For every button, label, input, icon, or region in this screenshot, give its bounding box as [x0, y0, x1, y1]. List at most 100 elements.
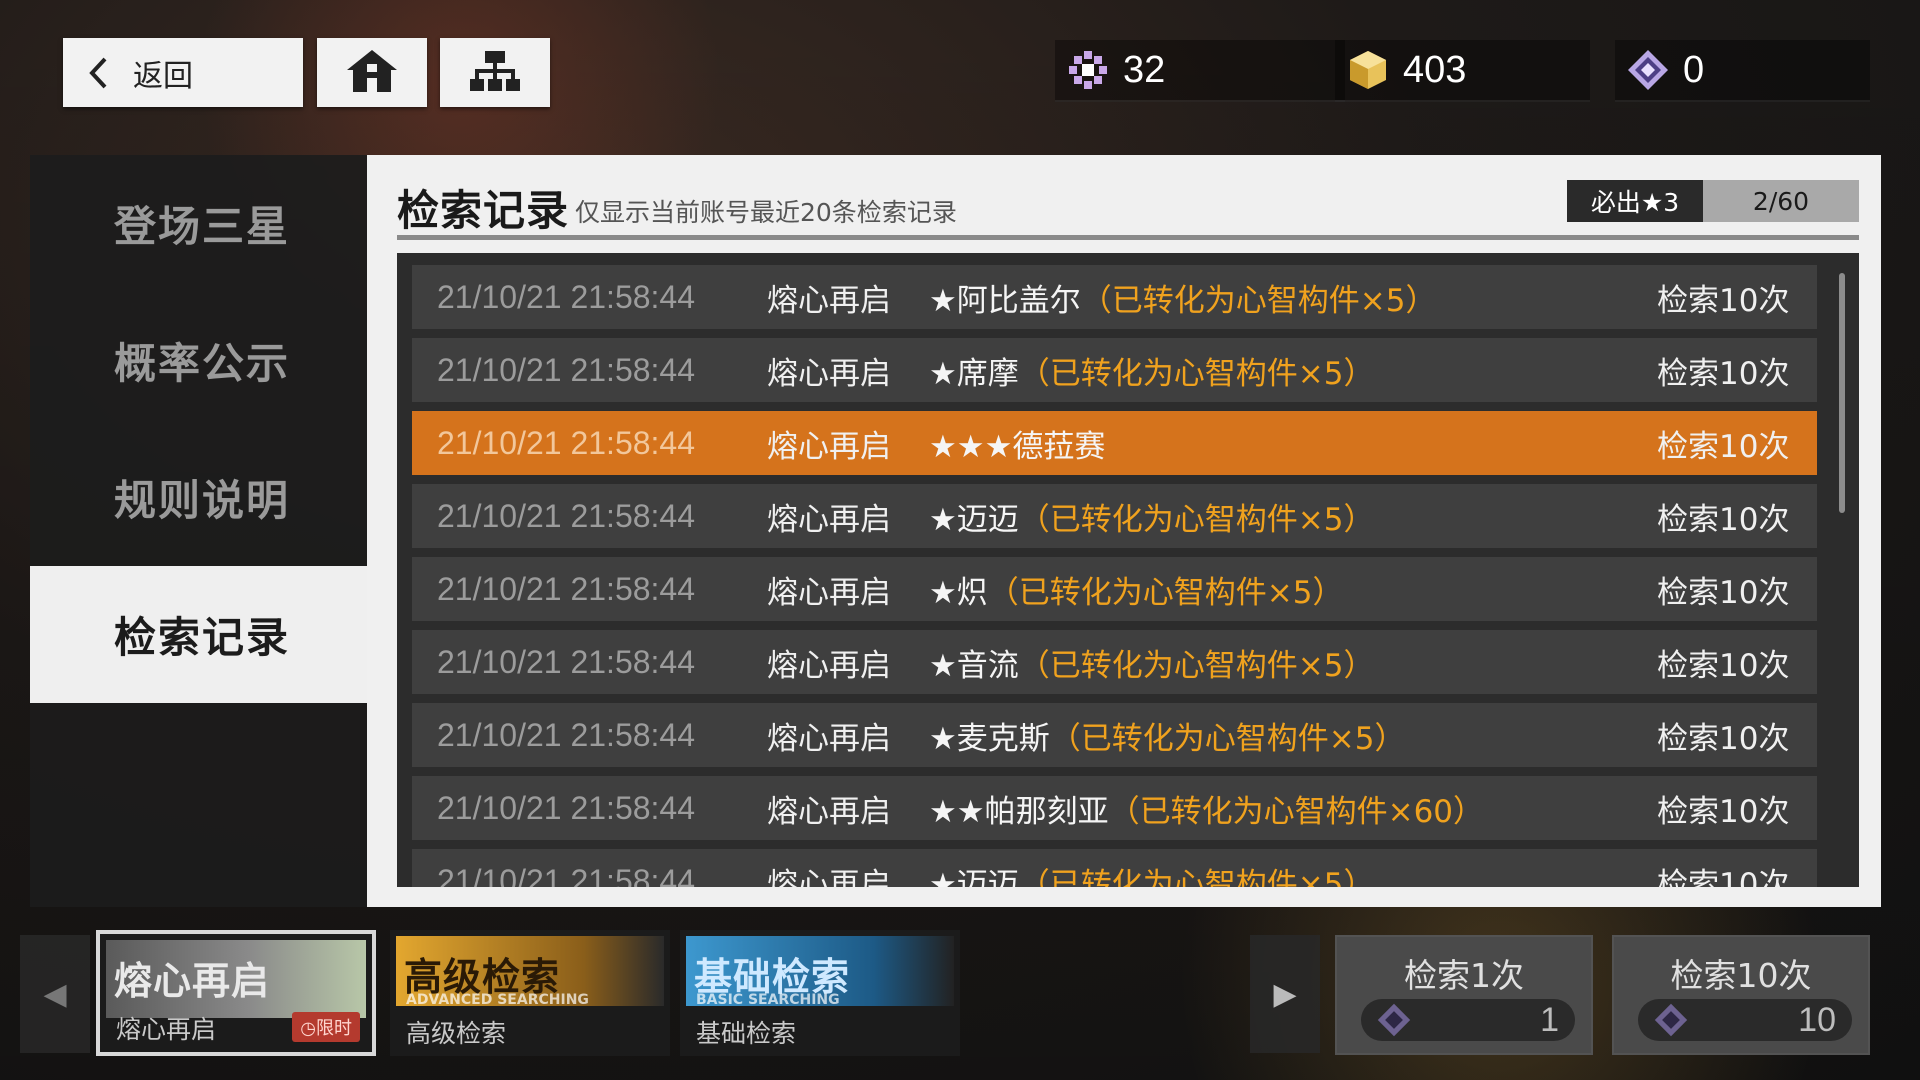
pull-cost-value: 10 [1798, 1000, 1836, 1039]
record-result: ★阿比盖尔（已转化为心智构件×5） [929, 275, 1657, 320]
record-result: ★★帕那刻亚（已转化为心智构件×60） [929, 786, 1657, 831]
record-name: 炽 [956, 574, 988, 611]
record-name: 德菈赛 [1012, 428, 1106, 465]
record-pool: 熔心再启 [767, 428, 891, 465]
record-conversion: （已转化为心智构件×5） [1018, 501, 1375, 538]
banner-eng: ADVANCED SEARCHING [406, 992, 589, 1008]
diamond-ticket-icon [1654, 1003, 1688, 1037]
record-name: 音流 [956, 647, 1019, 684]
diamond-ticket-icon [1625, 47, 1671, 93]
chevron-left-icon: ◀ [43, 976, 67, 1012]
banner-featured[interactable]: 熔心再启 熔心再启 ◷限时 [96, 930, 376, 1056]
record-count: 检索10次 [1657, 647, 1790, 684]
record-row: 21/10/21 21:58:44 熔心再启 ★席摩（已转化为心智构件×5） 检索10… [412, 338, 1817, 402]
pull-cost: 1 [1361, 999, 1575, 1041]
record-row: 21/10/21 21:58:44 熔心再启 ★★★德菈赛 检索10次 [412, 411, 1817, 475]
record-conversion: （已转化为心智构件×5） [1080, 282, 1437, 319]
resource-diamond: 0 [1615, 40, 1870, 102]
pity-label: 必出★3 [1567, 180, 1703, 222]
record-pool: 熔心再启 [767, 282, 891, 319]
resource-value: 32 [1123, 48, 1166, 91]
pull-label: 检索1次 [1404, 956, 1524, 995]
record-row: 21/10/21 21:58:44 熔心再启 ★迈迈（已转化为心智构件×5） 检索10… [412, 849, 1817, 887]
record-pool: 熔心再启 [767, 647, 891, 684]
home-button[interactable] [317, 38, 427, 107]
record-name: 阿比盖尔 [956, 282, 1081, 319]
record-stars: ★ [929, 574, 957, 611]
banner-basic[interactable]: 基础检索 BASIC SEARCHING 基础检索 [680, 930, 960, 1056]
record-stars: ★ [929, 720, 957, 757]
core-icon [1345, 47, 1391, 93]
record-conversion: （已转化为心智构件×5） [1018, 647, 1375, 684]
banner-label: 基础检索 [696, 1019, 797, 1048]
record-name: 迈迈 [956, 866, 1019, 888]
record-pool: 熔心再启 [767, 866, 891, 888]
chevron-left-icon [63, 56, 133, 90]
pull-cost-value: 1 [1540, 1000, 1559, 1039]
record-time: 21/10/21 21:58:44 [437, 862, 696, 888]
record-stars: ★ [929, 355, 957, 392]
record-stars: ★★ [929, 793, 985, 830]
record-time: 21/10/21 21:58:44 [437, 789, 696, 826]
record-row: 21/10/21 21:58:44 熔心再启 ★麦克斯（已转化为心智构件×5） 检索1… [412, 703, 1817, 767]
scrollbar[interactable] [1839, 273, 1845, 513]
resource-core: 403 [1335, 40, 1590, 102]
record-count: 检索10次 [1657, 428, 1790, 465]
resource-value: 0 [1683, 48, 1705, 91]
banner-eng: BASIC SEARCHING [696, 992, 840, 1008]
hierarchy-button[interactable] [440, 38, 550, 107]
back-button[interactable]: 返回 [63, 38, 303, 107]
record-result: ★音流（已转化为心智构件×5） [929, 640, 1657, 685]
record-result: ★炽（已转化为心智构件×5） [929, 567, 1657, 612]
record-time: 21/10/21 21:58:44 [437, 278, 696, 315]
sidebar-item-featured[interactable]: 登场三星 [30, 155, 367, 292]
record-count: 检索10次 [1657, 282, 1790, 319]
record-name: 席摩 [956, 355, 1019, 392]
pity-counter: 必出★3 2/60 [1567, 180, 1859, 222]
diamond-ticket-icon [1377, 1003, 1411, 1037]
banner-next-button[interactable]: ▶ [1250, 935, 1320, 1053]
record-name: 迈迈 [956, 501, 1019, 538]
records-list[interactable]: 21/10/21 21:58:44 熔心再启 ★阿比盖尔（已转化为心智构件×5） 检索… [397, 253, 1859, 887]
record-conversion: （已转化为心智构件×60） [1108, 793, 1485, 830]
pull-1-button[interactable]: 检索1次 1 [1335, 935, 1593, 1055]
sidebar-item-label: 规则说明 [114, 476, 291, 525]
home-icon [345, 48, 399, 98]
pull-label: 检索10次 [1670, 956, 1812, 995]
sidebar-item-rules[interactable]: 规则说明 [30, 429, 367, 566]
sidebar-item-label: 检索记录 [114, 613, 291, 662]
back-label: 返回 [133, 58, 193, 94]
banner-title: 熔心再启 [114, 959, 271, 1003]
chevron-right-icon: ▶ [1273, 976, 1297, 1012]
pull-10-button[interactable]: 检索10次 10 [1612, 935, 1870, 1055]
record-count: 检索10次 [1657, 793, 1790, 830]
record-stars: ★ [929, 282, 957, 319]
record-conversion: （已转化为心智构件×5） [1049, 720, 1406, 757]
banner-advanced[interactable]: 高级检索 ADVANCED SEARCHING 高级检索 [390, 930, 670, 1056]
sidebar: 登场三星 概率公示 规则说明 检索记录 [30, 155, 367, 907]
banner-label: 熔心再启 [116, 1015, 217, 1044]
record-time: 21/10/21 21:58:44 [437, 497, 696, 534]
sidebar-item-label: 登场三星 [114, 202, 291, 251]
record-pool: 熔心再启 [767, 793, 891, 830]
record-time: 21/10/21 21:58:44 [437, 424, 696, 461]
record-stars: ★ [929, 866, 957, 888]
record-row: 21/10/21 21:58:44 熔心再启 ★迈迈（已转化为心智构件×5） 检索10… [412, 484, 1817, 548]
sidebar-item-records[interactable]: 检索记录 [30, 566, 367, 703]
record-pool: 熔心再启 [767, 574, 891, 611]
record-time: 21/10/21 21:58:44 [437, 570, 696, 607]
sidebar-item-probability[interactable]: 概率公示 [30, 292, 367, 429]
record-result: ★迈迈（已转化为心智构件×5） [929, 859, 1657, 888]
record-conversion: （已转化为心智构件×5） [1018, 866, 1375, 888]
record-row: 21/10/21 21:58:44 熔心再启 ★音流（已转化为心智构件×5） 检索10… [412, 630, 1817, 694]
record-conversion: （已转化为心智构件×5） [987, 574, 1344, 611]
record-count: 检索10次 [1657, 501, 1790, 538]
record-pool: 熔心再启 [767, 720, 891, 757]
banner-label: 高级检索 [406, 1019, 507, 1048]
banner-prev-button[interactable]: ◀ [20, 935, 90, 1053]
record-row: 21/10/21 21:58:44 熔心再启 ★炽（已转化为心智构件×5） 检索10次 [412, 557, 1817, 621]
page-subtitle: 仅显示当前账号最近20条检索记录 [575, 198, 957, 227]
record-stars: ★★★ [929, 428, 1013, 465]
record-count: 检索10次 [1657, 355, 1790, 392]
pull-cost: 10 [1638, 999, 1852, 1041]
